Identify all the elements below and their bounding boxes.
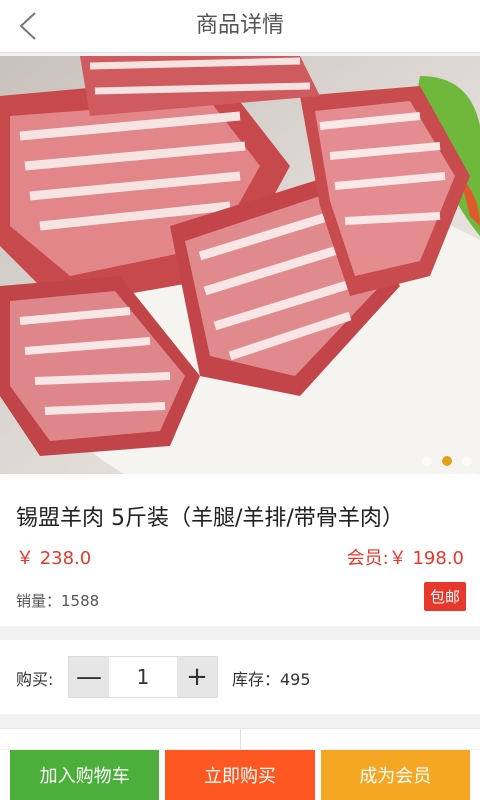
quantity-value[interactable]: 1 <box>109 657 177 697</box>
increase-button[interactable]: + <box>177 657 217 697</box>
carousel-indicator <box>422 456 472 466</box>
sales-count: 销量：1588 <box>16 592 100 610</box>
page-title: 商品详情 <box>195 13 284 38</box>
detail-tabs-area <box>0 728 480 749</box>
product-info: 锡盟羊肉 5斤装（羊腿/羊排/带骨羊肉） ￥ 238.0 会员:￥ 198.0 … <box>0 474 480 626</box>
divider <box>240 729 241 749</box>
carousel-dot[interactable] <box>462 456 472 466</box>
carousel-dot[interactable] <box>422 456 432 466</box>
buy-now-button[interactable]: 立即购买 <box>165 750 315 800</box>
carousel-dot-active[interactable] <box>442 456 452 466</box>
add-to-cart-button[interactable]: 加入购物车 <box>10 750 160 800</box>
member-price: 会员:￥ 198.0 <box>346 548 464 569</box>
quantity-label: 购买: <box>16 670 54 689</box>
stock-count: 库存：495 <box>232 670 311 689</box>
quantity-row: 购买: — 1 + 库存：495 <box>0 640 480 714</box>
top-bar: 商品详情 <box>0 0 480 53</box>
product-price: ￥ 238.0 <box>16 548 92 569</box>
product-name: 锡盟羊肉 5斤装（羊腿/羊排/带骨羊肉） <box>16 506 404 531</box>
bottom-action-bar: 加入购物车 立即购买 成为会员 <box>0 750 480 800</box>
free-shipping-badge: 包邮 <box>423 582 466 611</box>
screen: 商品详情 锡盟羊肉 5斤装（羊腿/羊排/带骨羊肉） ￥ 238.0 会员:￥ 1… <box>0 0 480 800</box>
lamb-meat-image <box>0 56 480 474</box>
become-member-button[interactable]: 成为会员 <box>320 750 470 800</box>
product-image[interactable] <box>0 56 480 474</box>
quantity-stepper: — 1 + <box>68 656 218 698</box>
decrease-button[interactable]: — <box>69 657 109 697</box>
